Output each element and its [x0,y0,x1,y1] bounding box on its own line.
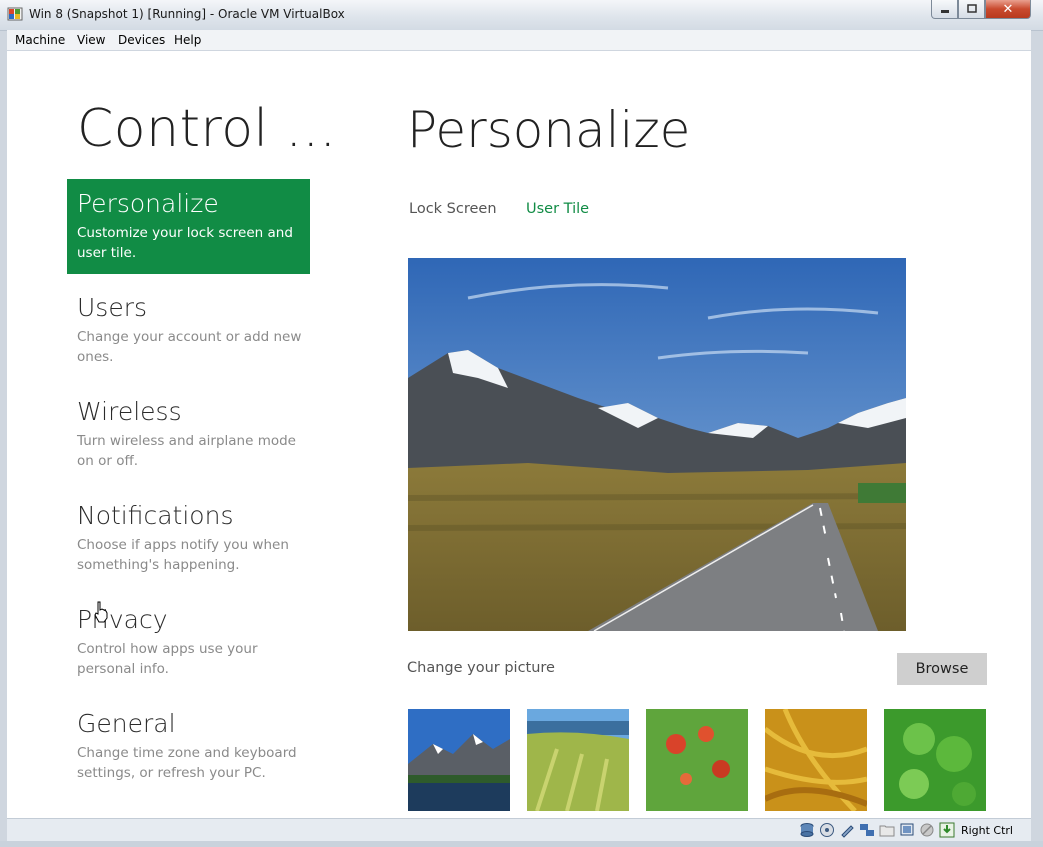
sidebar-item-title: General [77,709,176,738]
sidebar-item-notifications[interactable]: Notifications Choose if apps notify you … [67,491,310,586]
sidebar-item-desc: Customize your lock screen and user tile… [77,225,293,261]
picture-thumbnail[interactable] [765,709,867,811]
change-picture-label: Change your picture [407,660,555,676]
sidebar-item-title: Privacy [77,605,168,634]
hard-disk-icon[interactable] [799,822,815,838]
menubar: Machine View Devices Help [7,30,1031,51]
shared-folder-icon[interactable] [879,822,895,838]
picture-thumbnail[interactable] [408,709,510,811]
network-icon[interactable] [859,822,875,838]
sidebar-item-users[interactable]: Users Change your account or add new one… [67,283,310,378]
minimize-button[interactable] [931,0,958,19]
tab-user-tile[interactable]: User Tile [526,201,589,217]
mouse-integration-icon[interactable] [919,822,935,838]
sidebar-item-desc: Control how apps use your personal info. [77,641,258,677]
tab-lock-screen[interactable]: Lock Screen [409,201,497,217]
host-key-icon[interactable] [939,822,955,838]
minimize-icon [940,10,949,13]
sidebar-item-desc: Choose if apps notify you when something… [77,537,289,573]
menu-machine[interactable]: Machine [15,33,65,47]
status-bar: Right Ctrl [7,818,1031,841]
display-icon[interactable] [899,822,915,838]
optical-drive-icon[interactable] [819,822,835,838]
guest-screen[interactable]: Control ... Personalize Customize your l… [7,51,1031,818]
sidebar-item-general[interactable]: General Change time zone and keyboard se… [67,699,310,794]
host-key-label: Right Ctrl [960,823,1013,837]
menu-devices[interactable]: Devices [118,33,165,47]
sidebar-title: Control ... [77,99,337,159]
maximize-icon [966,4,977,13]
menu-help[interactable]: Help [174,33,201,47]
hand-cursor-icon [94,601,108,623]
usb-icon[interactable] [839,822,855,838]
picture-thumbnail[interactable] [646,709,748,811]
page-title: Personalize [407,101,691,159]
sidebar-item-wireless[interactable]: Wireless Turn wireless and airplane mode… [67,387,310,482]
picture-thumbnail[interactable] [527,709,629,811]
sidebar-item-title: Users [77,293,148,322]
sidebar-item-desc: Change time zone and keyboard settings, … [77,745,297,781]
sidebar-item-title: Wireless [77,397,182,426]
close-button[interactable]: ✕ [985,0,1031,19]
sidebar-item-title: Personalize [77,189,219,218]
sidebar-item-title: Notifications [77,501,234,530]
browse-button[interactable]: Browse [897,653,987,685]
sidebar-item-desc: Change your account or add new ones. [77,329,302,365]
sidebar-item-desc: Turn wireless and airplane mode on or of… [77,433,296,469]
close-icon: ✕ [1002,1,1014,17]
window-titlebar[interactable]: Win 8 (Snapshot 1) [Running] - Oracle VM… [0,0,1043,31]
maximize-button[interactable] [958,0,985,19]
lock-screen-preview-image [408,258,906,631]
virtualbox-icon [7,7,23,21]
sidebar-item-personalize[interactable]: Personalize Customize your lock screen a… [67,179,310,274]
menu-view[interactable]: View [77,33,105,47]
window-frame-bottom [0,841,1043,847]
picture-thumbnail[interactable] [884,709,986,811]
window-title: Win 8 (Snapshot 1) [Running] - Oracle VM… [29,7,345,21]
